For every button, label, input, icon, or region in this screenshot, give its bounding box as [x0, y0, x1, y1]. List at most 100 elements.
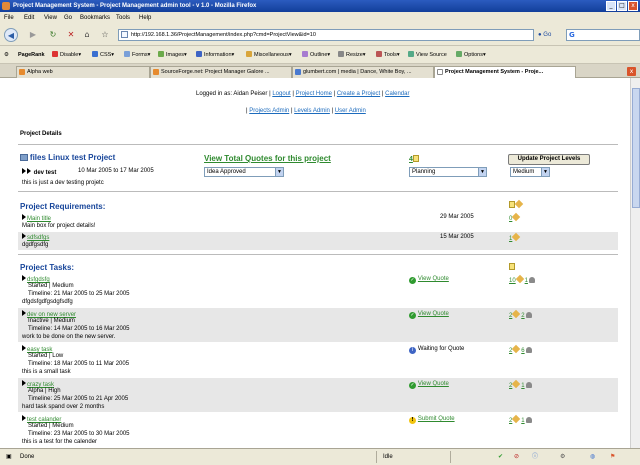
- edit-icon[interactable]: [515, 274, 524, 284]
- tab-sourceforge[interactable]: SourceForge.net: Project Manager Galore …: [150, 66, 292, 78]
- reload-icon[interactable]: ↻: [46, 28, 60, 42]
- toolbar-images[interactable]: Images▾: [158, 46, 187, 64]
- user-icon[interactable]: [525, 417, 532, 423]
- toolbar-forms[interactable]: Forms▾: [124, 46, 150, 64]
- divider: [376, 451, 377, 463]
- user-count[interactable]: 1: [521, 418, 524, 424]
- notes-icon: [412, 155, 419, 162]
- tab-alpha-web[interactable]: Alpha web: [16, 66, 150, 78]
- edit-icon[interactable]: [512, 344, 521, 354]
- folder-icon: [20, 154, 28, 161]
- user-icon[interactable]: [528, 277, 535, 283]
- edit-icon[interactable]: [512, 232, 521, 242]
- priority-select[interactable]: Medium ▼: [510, 167, 550, 177]
- requirement-notes[interactable]: 1: [509, 232, 521, 242]
- addon-info-icon[interactable]: ⓘ: [532, 449, 538, 465]
- expand-arrow-icon[interactable]: [22, 415, 26, 421]
- expand-arrow-icon[interactable]: [22, 214, 26, 220]
- home-icon[interactable]: ⌂: [80, 28, 94, 42]
- toolbar-tools[interactable]: Tools▾: [376, 46, 400, 64]
- address-bar[interactable]: http://192.168.1.36/ProjectManagement/in…: [118, 29, 534, 41]
- menu-view[interactable]: View: [44, 12, 57, 24]
- status-select[interactable]: Idea Approved ▼: [204, 167, 284, 177]
- expand-arrow-icon[interactable]: [22, 168, 26, 174]
- stop-icon[interactable]: ✕: [64, 28, 78, 42]
- user-count[interactable]: 1: [521, 383, 524, 389]
- user-count[interactable]: 2: [521, 313, 524, 319]
- expand-arrow-icon[interactable]: [22, 233, 26, 239]
- pagerank-widget[interactable]: PageRank: [18, 46, 45, 64]
- user-icon[interactable]: [525, 312, 532, 318]
- forward-icon[interactable]: ▶: [26, 28, 40, 42]
- view-quote-link[interactable]: View Quote: [418, 381, 449, 387]
- toolbar-options[interactable]: Options▾: [456, 46, 486, 64]
- vertical-scrollbar[interactable]: [630, 78, 640, 448]
- expand-arrow-icon[interactable]: [27, 168, 31, 174]
- minimize-button[interactable]: _: [606, 1, 616, 11]
- add-requirement-icon[interactable]: [509, 199, 524, 209]
- toolbar-disable[interactable]: Disable▾: [52, 46, 81, 64]
- expand-arrow-icon[interactable]: [22, 345, 26, 351]
- edit-icon[interactable]: [512, 379, 521, 389]
- close-tab-icon[interactable]: x: [627, 67, 636, 76]
- create-project-link[interactable]: Create a Project: [337, 91, 380, 97]
- close-window-button[interactable]: x: [628, 1, 638, 11]
- logout-link[interactable]: Logout: [272, 91, 290, 97]
- requirement-title-link[interactable]: Main title: [27, 216, 51, 222]
- edit-icon[interactable]: [512, 414, 521, 424]
- addon-gear-icon[interactable]: ⚙: [560, 449, 565, 465]
- add-task-icon[interactable]: [509, 263, 515, 271]
- toolbar-information[interactable]: Information▾: [196, 46, 234, 64]
- view-total-quotes-link[interactable]: View Total Quotes for this project: [204, 154, 331, 163]
- view-quote-link[interactable]: View Quote: [418, 311, 449, 317]
- toolbar-miscellaneous[interactable]: Miscellaneous▾: [246, 46, 292, 64]
- calendar-link[interactable]: Calendar: [385, 91, 409, 97]
- maximize-button[interactable]: □: [617, 1, 627, 11]
- expand-arrow-icon[interactable]: [22, 275, 26, 281]
- user-count[interactable]: 1: [525, 278, 528, 284]
- task-quote[interactable]: ! Submit Quote: [409, 415, 455, 424]
- user-icon[interactable]: [525, 382, 532, 388]
- edit-icon[interactable]: [512, 212, 521, 222]
- back-icon[interactable]: ◀: [4, 28, 18, 42]
- expand-arrow-icon[interactable]: [22, 310, 26, 316]
- toolbar-outline[interactable]: Outline▾: [302, 46, 330, 64]
- submit-quote-link[interactable]: Submit Quote: [418, 416, 455, 422]
- project-home-link[interactable]: Project Home: [296, 91, 332, 97]
- scrollbar-thumb[interactable]: [632, 88, 640, 208]
- menu-help[interactable]: Help: [139, 12, 151, 24]
- projects-admin-link[interactable]: Projects Admin: [249, 108, 289, 114]
- addon-stop-icon[interactable]: ⊘: [514, 449, 519, 465]
- settings-icon[interactable]: ⚙: [4, 46, 9, 64]
- task-quote[interactable]: ✓ View Quote: [409, 310, 449, 319]
- project-notes[interactable]: 4: [409, 155, 419, 163]
- user-admin-link[interactable]: User Admin: [335, 108, 366, 114]
- phase-select[interactable]: Planning ▼: [409, 167, 487, 177]
- menu-tools[interactable]: Tools: [116, 12, 130, 24]
- toolbar-view-source[interactable]: View Source: [408, 46, 447, 64]
- search-input[interactable]: G: [566, 29, 640, 41]
- task-quote[interactable]: ✓ View Quote: [409, 275, 449, 284]
- go-button[interactable]: ● Go: [538, 29, 560, 41]
- view-quote-link[interactable]: View Quote: [418, 276, 449, 282]
- edit-icon[interactable]: [512, 309, 521, 319]
- requirement-title-link[interactable]: sdfsdfgs: [27, 235, 49, 241]
- menu-edit[interactable]: Edit: [24, 12, 34, 24]
- toolbar-css[interactable]: CSS▾: [92, 46, 114, 64]
- menu-bookmarks[interactable]: Bookmarks: [80, 12, 110, 24]
- menu-file[interactable]: File: [4, 12, 14, 24]
- addon-check-icon[interactable]: ✔: [498, 449, 503, 465]
- user-count[interactable]: 6: [521, 348, 524, 354]
- update-project-levels-button[interactable]: Update Project Levels: [508, 154, 590, 165]
- menu-go[interactable]: Go: [64, 12, 72, 24]
- addon-globe-icon[interactable]: ◍: [590, 449, 595, 465]
- tab-glumbert[interactable]: glumbert.com | media | Dance, White Boy,…: [292, 66, 434, 78]
- requirement-notes[interactable]: 0: [509, 212, 521, 222]
- task-quote[interactable]: ✓ View Quote: [409, 380, 449, 389]
- addon-flag-icon[interactable]: ⚑: [610, 449, 615, 465]
- expand-arrow-icon[interactable]: [22, 380, 26, 386]
- toolbar-resize[interactable]: Resize▾: [338, 46, 366, 64]
- levels-admin-link[interactable]: Levels Admin: [294, 108, 330, 114]
- user-icon[interactable]: [525, 347, 532, 353]
- bookmark-star-icon[interactable]: ☆: [98, 28, 112, 42]
